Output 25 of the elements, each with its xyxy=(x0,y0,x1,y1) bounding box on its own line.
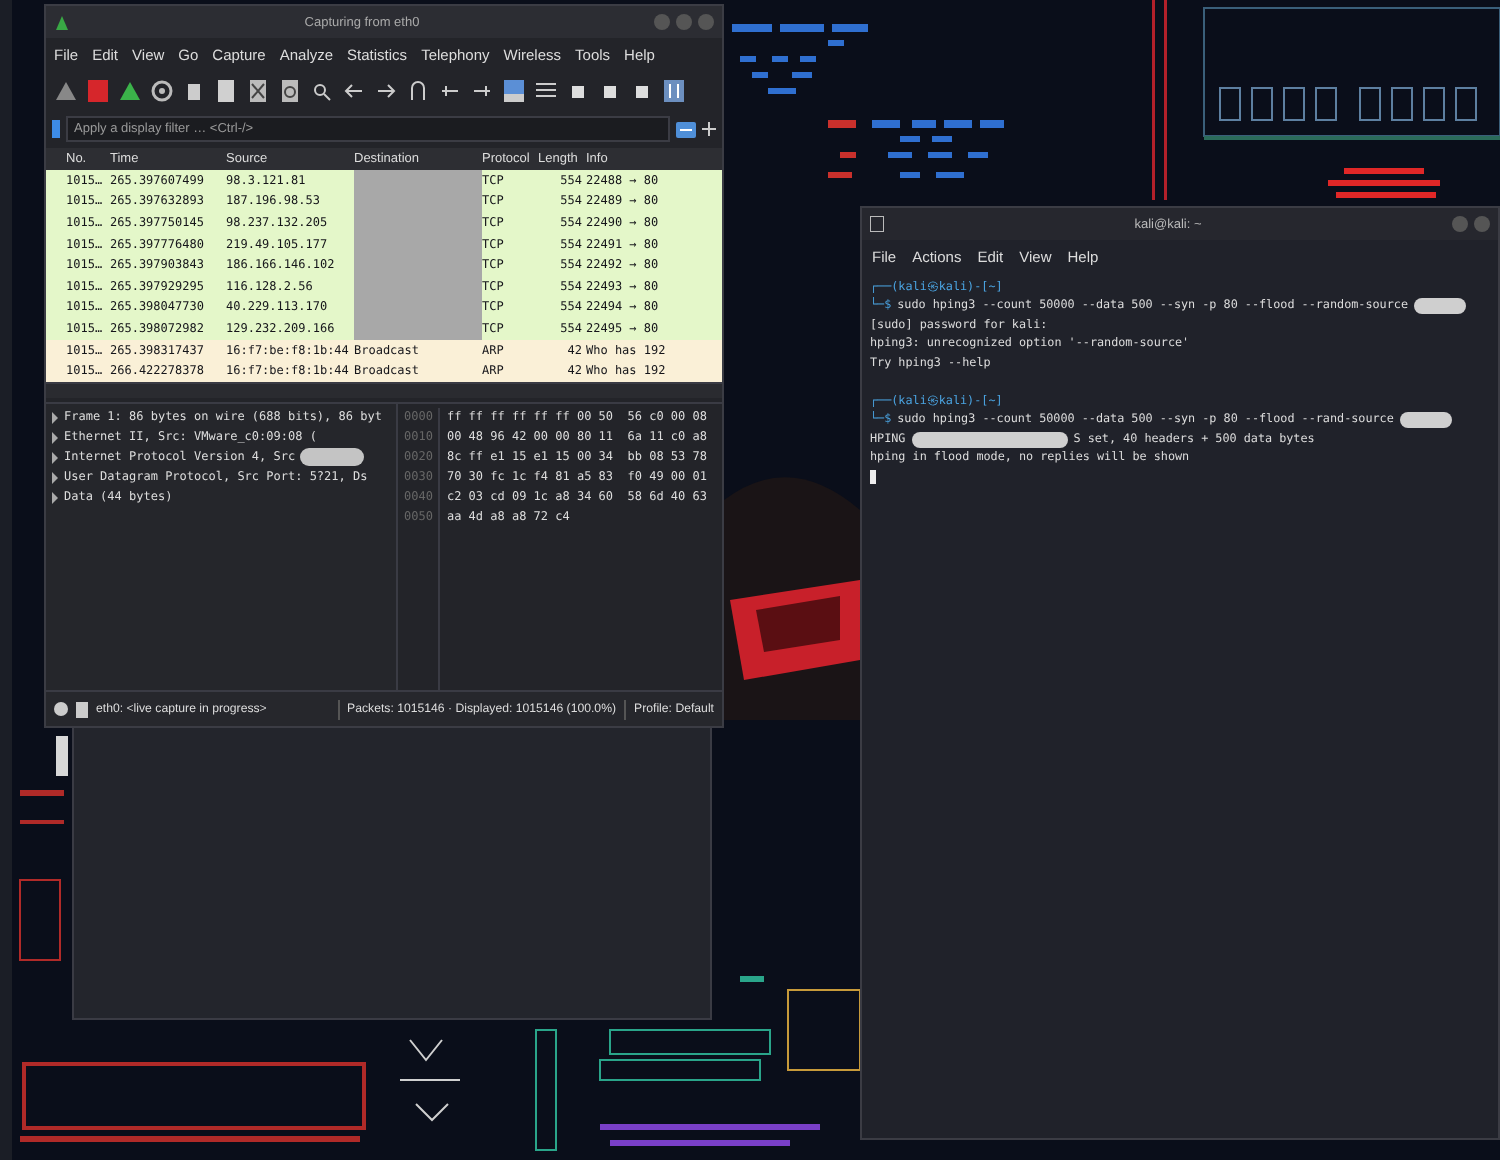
reload-icon[interactable] xyxy=(278,79,302,101)
autoscroll-icon[interactable] xyxy=(502,79,526,101)
stop-icon[interactable] xyxy=(86,79,110,101)
document-icon[interactable] xyxy=(76,701,88,717)
jump-icon[interactable] xyxy=(406,79,430,101)
colorize-icon[interactable] xyxy=(534,79,558,101)
status-dot-icon[interactable] xyxy=(54,702,68,716)
expand-arrow-icon[interactable] xyxy=(50,431,60,444)
resize-columns-icon[interactable] xyxy=(662,79,686,101)
shark-fin-icon xyxy=(54,13,70,31)
plus-icon[interactable] xyxy=(702,122,716,136)
file-icon[interactable] xyxy=(182,79,206,101)
shark-fin-icon[interactable] xyxy=(54,79,78,101)
close-file-icon[interactable] xyxy=(246,79,270,101)
arrow-left-icon[interactable] xyxy=(342,79,366,101)
shark-fin-icon[interactable] xyxy=(118,79,142,101)
document-icon[interactable] xyxy=(214,79,238,101)
text-cursor xyxy=(870,470,876,485)
terminal-icon xyxy=(870,216,884,232)
expand-arrow-icon[interactable] xyxy=(50,411,60,424)
search-icon[interactable] xyxy=(310,79,334,101)
expand-arrow-icon[interactable] xyxy=(50,451,60,464)
expand-arrow-icon[interactable] xyxy=(50,471,60,484)
gear-icon[interactable] xyxy=(150,79,174,101)
expand-arrow-icon[interactable] xyxy=(50,491,60,504)
